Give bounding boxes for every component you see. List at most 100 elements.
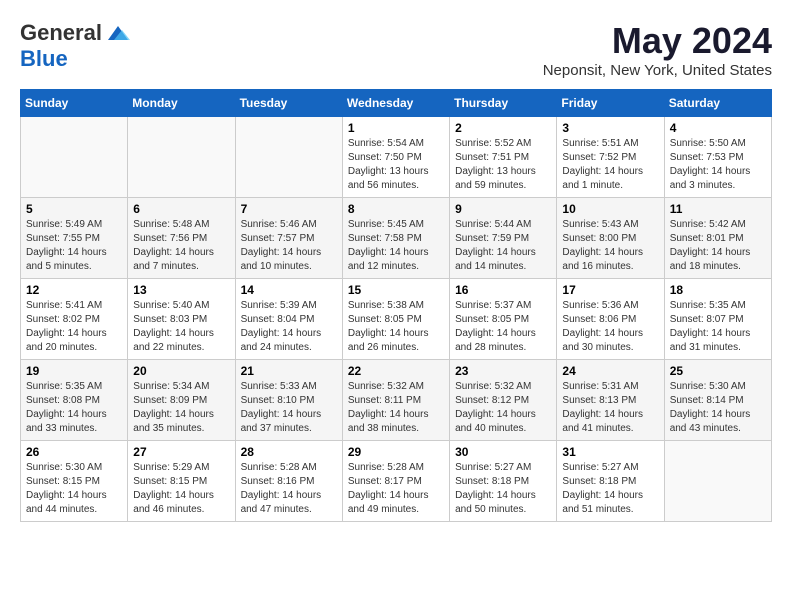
weekday-header-thursday: Thursday (450, 90, 557, 117)
day-number: 23 (455, 364, 551, 378)
day-info: Sunrise: 5:32 AM Sunset: 8:11 PM Dayligh… (348, 380, 444, 436)
day-info: Sunrise: 5:29 AM Sunset: 8:15 PM Dayligh… (133, 461, 229, 517)
calendar-cell: 12Sunrise: 5:41 AM Sunset: 8:02 PM Dayli… (21, 279, 128, 360)
day-number: 6 (133, 202, 229, 216)
day-info: Sunrise: 5:35 AM Sunset: 8:07 PM Dayligh… (670, 299, 766, 355)
calendar-cell: 6 Sunrise: 5:48 AM Sunset: 7:56 PM Daylig… (128, 198, 235, 279)
day-number: 10 (562, 202, 658, 216)
weekday-header-tuesday: Tuesday (235, 90, 342, 117)
day-info: Sunrise: 5:52 AM Sunset: 7:51 PM Dayligh… (455, 137, 551, 193)
calendar-cell: 18 Sunrise: 5:35 AM Sunset: 8:07 PM Dayli… (664, 279, 771, 360)
calendar-table: SundayMondayTuesdayWednesdayThursdayFrid… (20, 89, 772, 522)
day-number: 1 (348, 121, 444, 135)
header: General Blue May 2024 Neponsit, New York… (20, 20, 772, 79)
calendar-cell: 30 Sunrise: 5:27 AM Sunset: 8:18 PM Dayli… (450, 441, 557, 522)
weekday-header-saturday: Saturday (664, 90, 771, 117)
day-number: 30 (455, 445, 551, 459)
calendar-cell: 20 Sunrise: 5:34 AM Sunset: 8:09 PM Dayli… (128, 360, 235, 441)
week-row-2: 5 Sunrise: 5:49 AM Sunset: 7:55 PM Daylig… (21, 198, 772, 279)
calendar-cell: 3 Sunrise: 5:51 AM Sunset: 7:52 PM Daylig… (557, 117, 664, 198)
calendar-cell: 24Sunrise: 5:31 AM Sunset: 8:13 PM Dayli… (557, 360, 664, 441)
calendar-cell: 26 Sunrise: 5:30 AM Sunset: 8:15 PM Dayli… (21, 441, 128, 522)
weekday-header-sunday: Sunday (21, 90, 128, 117)
day-info: Sunrise: 5:37 AM Sunset: 8:05 PM Dayligh… (455, 299, 551, 355)
day-info: Sunrise: 5:33 AM Sunset: 8:10 PM Dayligh… (241, 380, 337, 436)
day-info: Sunrise: 5:50 AM Sunset: 7:53 PM Dayligh… (670, 137, 766, 193)
logo-blue-text: Blue (20, 46, 68, 71)
day-info: Sunrise: 5:40 AM Sunset: 8:03 PM Dayligh… (133, 299, 229, 355)
day-info: Sunrise: 5:27 AM Sunset: 8:18 PM Dayligh… (562, 461, 658, 517)
day-info: Sunrise: 5:30 AM Sunset: 8:15 PM Dayligh… (26, 461, 122, 517)
weekday-header-wednesday: Wednesday (342, 90, 449, 117)
week-row-3: 12Sunrise: 5:41 AM Sunset: 8:02 PM Dayli… (21, 279, 772, 360)
day-number: 22 (348, 364, 444, 378)
day-number: 26 (26, 445, 122, 459)
calendar-cell: 17 Sunrise: 5:36 AM Sunset: 8:06 PM Dayli… (557, 279, 664, 360)
day-number: 2 (455, 121, 551, 135)
day-number: 4 (670, 121, 766, 135)
day-info: Sunrise: 5:35 AM Sunset: 8:08 PM Dayligh… (26, 380, 122, 436)
calendar-cell: 22 Sunrise: 5:32 AM Sunset: 8:11 PM Dayli… (342, 360, 449, 441)
day-info: Sunrise: 5:48 AM Sunset: 7:56 PM Dayligh… (133, 218, 229, 274)
weekday-header-friday: Friday (557, 90, 664, 117)
day-info: Sunrise: 5:43 AM Sunset: 8:00 PM Dayligh… (562, 218, 658, 274)
week-row-4: 19Sunrise: 5:35 AM Sunset: 8:08 PM Dayli… (21, 360, 772, 441)
calendar-cell: 8 Sunrise: 5:45 AM Sunset: 7:58 PM Daylig… (342, 198, 449, 279)
day-info: Sunrise: 5:30 AM Sunset: 8:14 PM Dayligh… (670, 380, 766, 436)
calendar-cell: 28 Sunrise: 5:28 AM Sunset: 8:16 PM Dayli… (235, 441, 342, 522)
day-number: 25 (670, 364, 766, 378)
calendar-cell: 2 Sunrise: 5:52 AM Sunset: 7:51 PM Daylig… (450, 117, 557, 198)
week-row-1: 1 Sunrise: 5:54 AM Sunset: 7:50 PM Daylig… (21, 117, 772, 198)
calendar-cell: 29Sunrise: 5:28 AM Sunset: 8:17 PM Dayli… (342, 441, 449, 522)
location-text: Neponsit, New York, United States (543, 62, 772, 79)
weekday-header-monday: Monday (128, 90, 235, 117)
logo-icon (104, 22, 132, 44)
month-title: May 2024 (543, 20, 772, 62)
day-number: 13 (133, 283, 229, 297)
day-info: Sunrise: 5:45 AM Sunset: 7:58 PM Dayligh… (348, 218, 444, 274)
day-info: Sunrise: 5:41 AM Sunset: 8:02 PM Dayligh… (26, 299, 122, 355)
calendar-cell: 10 Sunrise: 5:43 AM Sunset: 8:00 PM Dayli… (557, 198, 664, 279)
calendar-cell: 11Sunrise: 5:42 AM Sunset: 8:01 PM Dayli… (664, 198, 771, 279)
day-number: 11 (670, 202, 766, 216)
day-number: 15 (348, 283, 444, 297)
day-info: Sunrise: 5:28 AM Sunset: 8:16 PM Dayligh… (241, 461, 337, 517)
day-number: 18 (670, 283, 766, 297)
day-info: Sunrise: 5:36 AM Sunset: 8:06 PM Dayligh… (562, 299, 658, 355)
day-number: 29 (348, 445, 444, 459)
week-row-5: 26 Sunrise: 5:30 AM Sunset: 8:15 PM Dayli… (21, 441, 772, 522)
calendar-cell: 14Sunrise: 5:39 AM Sunset: 8:04 PM Dayli… (235, 279, 342, 360)
calendar-cell: 19Sunrise: 5:35 AM Sunset: 8:08 PM Dayli… (21, 360, 128, 441)
calendar-cell: 31 Sunrise: 5:27 AM Sunset: 8:18 PM Dayli… (557, 441, 664, 522)
calendar-cell (21, 117, 128, 198)
calendar-cell: 9Sunrise: 5:44 AM Sunset: 7:59 PM Daylig… (450, 198, 557, 279)
day-number: 14 (241, 283, 337, 297)
day-number: 31 (562, 445, 658, 459)
calendar-cell: 15Sunrise: 5:38 AM Sunset: 8:05 PM Dayli… (342, 279, 449, 360)
day-info: Sunrise: 5:27 AM Sunset: 8:18 PM Dayligh… (455, 461, 551, 517)
day-number: 20 (133, 364, 229, 378)
calendar-cell: 23 Sunrise: 5:32 AM Sunset: 8:12 PM Dayli… (450, 360, 557, 441)
calendar-cell: 13 Sunrise: 5:40 AM Sunset: 8:03 PM Dayli… (128, 279, 235, 360)
calendar-cell (235, 117, 342, 198)
day-info: Sunrise: 5:54 AM Sunset: 7:50 PM Dayligh… (348, 137, 444, 193)
day-number: 28 (241, 445, 337, 459)
day-number: 16 (455, 283, 551, 297)
calendar-cell: 16 Sunrise: 5:37 AM Sunset: 8:05 PM Dayli… (450, 279, 557, 360)
calendar-cell: 25 Sunrise: 5:30 AM Sunset: 8:14 PM Dayli… (664, 360, 771, 441)
calendar-cell (664, 441, 771, 522)
day-info: Sunrise: 5:44 AM Sunset: 7:59 PM Dayligh… (455, 218, 551, 274)
day-info: Sunrise: 5:31 AM Sunset: 8:13 PM Dayligh… (562, 380, 658, 436)
day-number: 5 (26, 202, 122, 216)
day-info: Sunrise: 5:34 AM Sunset: 8:09 PM Dayligh… (133, 380, 229, 436)
logo: General Blue (20, 20, 134, 72)
day-info: Sunrise: 5:32 AM Sunset: 8:12 PM Dayligh… (455, 380, 551, 436)
day-number: 8 (348, 202, 444, 216)
day-number: 7 (241, 202, 337, 216)
day-info: Sunrise: 5:49 AM Sunset: 7:55 PM Dayligh… (26, 218, 122, 274)
calendar-cell: 27Sunrise: 5:29 AM Sunset: 8:15 PM Dayli… (128, 441, 235, 522)
day-info: Sunrise: 5:51 AM Sunset: 7:52 PM Dayligh… (562, 137, 658, 193)
day-number: 17 (562, 283, 658, 297)
title-area: May 2024 Neponsit, New York, United Stat… (543, 20, 772, 79)
day-number: 3 (562, 121, 658, 135)
